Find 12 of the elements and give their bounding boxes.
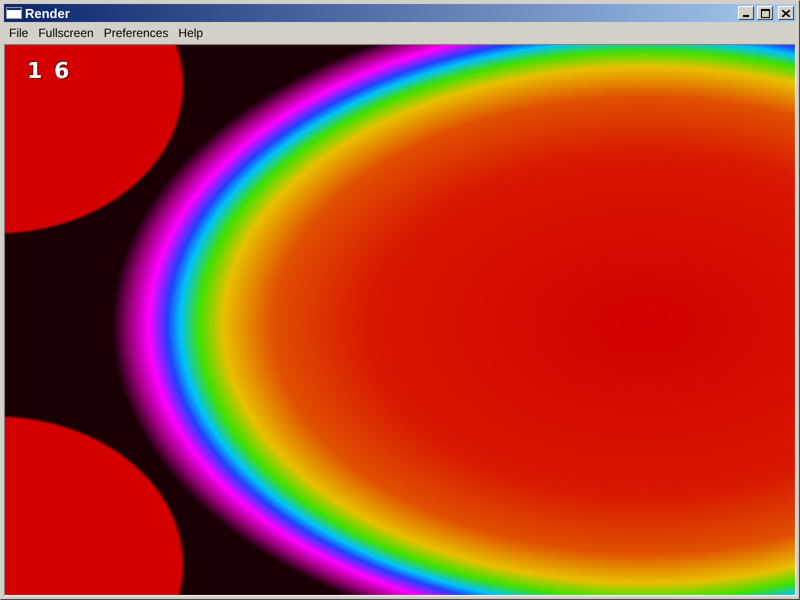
window-icon [6, 7, 22, 19]
menu-item[interactable]: Fullscreen [33, 26, 99, 40]
minimize-button[interactable] [738, 6, 754, 20]
menu-item[interactable]: Preferences [98, 26, 174, 40]
menu-item[interactable]: Help [173, 26, 208, 40]
counter-text: 1 6 [27, 59, 72, 84]
maximize-button[interactable] [757, 6, 773, 20]
maximize-icon [760, 8, 770, 18]
window-title: Render [25, 6, 71, 20]
close-icon [782, 10, 790, 16]
close-button[interactable] [778, 6, 794, 20]
menu-item[interactable]: File [4, 26, 34, 40]
